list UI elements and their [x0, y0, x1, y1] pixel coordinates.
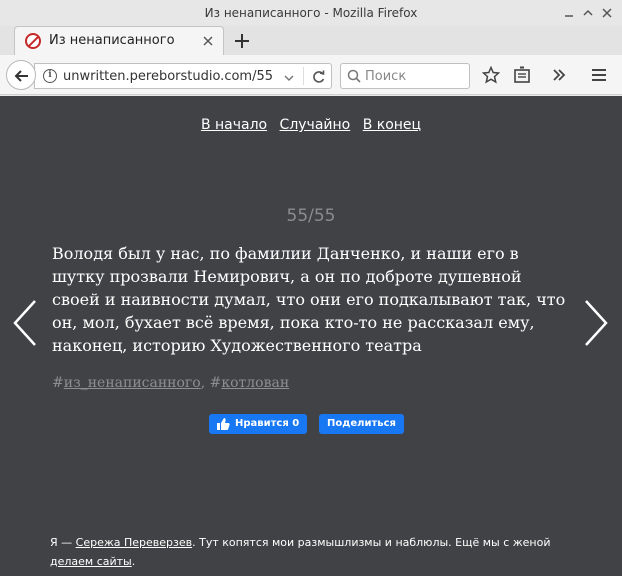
- tag-link-kotlovan[interactable]: котлован: [221, 375, 289, 391]
- search-field[interactable]: Поиск: [340, 63, 470, 89]
- site-favicon-icon: [25, 33, 41, 49]
- footer-prefix: Я —: [50, 536, 76, 549]
- tag-link-unwritten[interactable]: из_ненаписанного: [64, 375, 201, 391]
- menu-icon[interactable]: [588, 64, 610, 86]
- tab-active[interactable]: Из ненаписанного: [14, 26, 224, 55]
- maximize-icon[interactable]: [582, 7, 594, 19]
- navigation-toolbar: i unwritten.pereborstudio.com/55 Поиск: [0, 55, 622, 95]
- close-icon[interactable]: [203, 33, 213, 49]
- window-titlebar: Из ненаписанного - Mozilla Firefox: [0, 0, 622, 26]
- thumbs-up-icon: [217, 418, 230, 430]
- footer-middle: . Тут копятся мои размышлизмы и наблюлы.…: [192, 536, 551, 549]
- reload-icon[interactable]: [311, 67, 327, 89]
- url-text[interactable]: unwritten.pereborstudio.com/55: [63, 69, 273, 84]
- quote-text: Володя был у нас, по фамилии Данченко, и…: [52, 244, 566, 355]
- new-tab-icon[interactable]: [233, 28, 251, 55]
- nav-link-end[interactable]: В конец: [363, 117, 421, 133]
- facebook-like-button[interactable]: Нравится 0: [209, 414, 307, 434]
- next-arrow-icon[interactable]: [583, 299, 609, 351]
- reading-list-icon[interactable]: [511, 64, 533, 86]
- back-button[interactable]: [6, 60, 36, 90]
- tag-hash: #: [52, 375, 64, 391]
- chevron-down-icon[interactable]: [283, 69, 295, 87]
- share-label: Поделиться: [327, 418, 396, 429]
- author-link[interactable]: Сережа Переверзев: [76, 536, 192, 549]
- facebook-share-button[interactable]: Поделиться: [319, 414, 404, 434]
- info-icon[interactable]: i: [43, 69, 57, 83]
- search-icon: [347, 69, 361, 83]
- url-bar[interactable]: i unwritten.pereborstudio.com/55: [34, 63, 332, 89]
- page-content: В начало Случайно В конец 55/55 Володя б…: [0, 96, 622, 576]
- nav-link-random[interactable]: Случайно: [280, 117, 351, 133]
- tag-list: #из_ненаписанного, #котлован: [52, 375, 289, 391]
- back-icon: [14, 70, 28, 82]
- tag-separator: , #: [200, 375, 222, 391]
- post-counter: 55/55: [286, 206, 336, 226]
- prev-arrow-icon[interactable]: [12, 299, 38, 351]
- footer-suffix: .: [131, 555, 136, 568]
- websites-link[interactable]: делаем сайты: [50, 555, 132, 568]
- url-separator: [303, 67, 304, 85]
- search-placeholder: Поиск: [365, 69, 407, 84]
- tab-label: Из ненаписанного: [49, 33, 175, 48]
- top-navigation: В начало Случайно В конец: [0, 117, 622, 133]
- like-label: Нравится 0: [235, 418, 300, 429]
- bookmark-star-icon[interactable]: [480, 64, 502, 86]
- footer-text: Я — Сережа Переверзев. Тут копятся мои р…: [50, 533, 570, 571]
- overflow-icon[interactable]: [548, 64, 570, 86]
- tab-strip: Из ненаписанного: [0, 26, 622, 55]
- nav-link-home[interactable]: В начало: [201, 117, 267, 133]
- close-window-icon[interactable]: [601, 7, 613, 19]
- minimize-icon[interactable]: [563, 7, 575, 19]
- window-title: Из ненаписанного - Mozilla Firefox: [204, 6, 418, 20]
